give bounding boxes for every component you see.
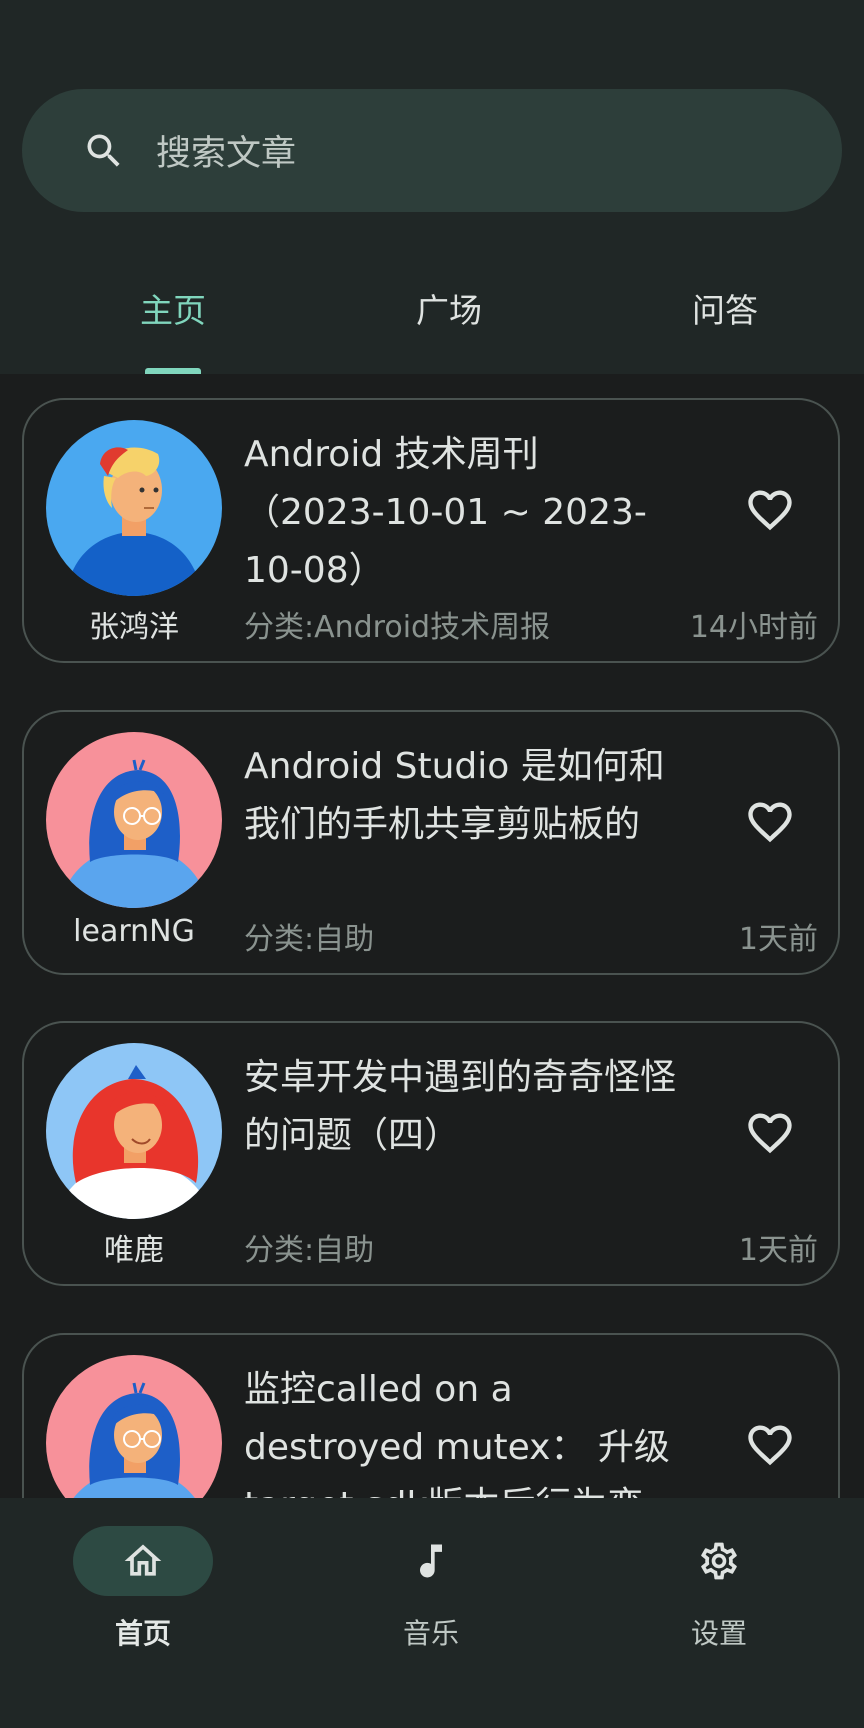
favorite-heart-icon[interactable]	[744, 484, 796, 536]
author-avatar[interactable]	[46, 1043, 222, 1219]
search-bar[interactable]: 搜索文章	[22, 89, 842, 212]
article-time: 1天前	[738, 1233, 818, 1268]
article-card[interactable]: learnNG Android Studio 是如何和我们的手机共享剪贴板的 分…	[22, 710, 840, 975]
author-avatar[interactable]	[46, 1355, 222, 1498]
author-name: 唯鹿	[104, 1233, 164, 1268]
top-app-bar: 搜索文章 主页 广场 问答	[0, 0, 864, 374]
music-note-icon	[420, 1544, 442, 1578]
nav-label: 设置	[690, 1617, 747, 1650]
man-avatar-image	[46, 420, 222, 596]
tab-square[interactable]: 广场	[416, 284, 482, 332]
home-icon	[124, 1544, 162, 1576]
article-list[interactable]: 张鸿洋 Android 技术周刊 （2023-10-01 ~ 2023-10-0…	[0, 374, 864, 1498]
tab-row: 主页 广场 问答	[0, 250, 864, 374]
nav-item-home[interactable]: 首页	[73, 1526, 213, 1676]
bottom-navigation: 首页 音乐 设置	[0, 1498, 864, 1728]
article-title: 监控called on a destroyed mutex： 升级target …	[244, 1369, 670, 1498]
nav-item-settings[interactable]: 设置	[649, 1526, 789, 1676]
search-input-placeholder[interactable]: 搜索文章	[156, 125, 296, 176]
article-title: Android 技术周刊 （2023-10-01 ~ 2023-10-08）	[244, 434, 647, 591]
article-time: 14小时前	[689, 610, 818, 645]
favorite-heart-icon[interactable]	[744, 1419, 796, 1471]
favorite-heart-icon[interactable]	[744, 796, 796, 848]
search-icon	[87, 134, 120, 167]
article-title: Android Studio 是如何和我们的手机共享剪贴板的	[244, 746, 665, 845]
article-time: 1天前	[738, 922, 818, 957]
author-avatar[interactable]	[46, 732, 222, 908]
article-title: 安卓开发中遇到的奇奇怪怪的问题（四）	[244, 1057, 677, 1156]
tab-home[interactable]: 主页	[140, 284, 206, 332]
article-category: 分类:Android技术周报	[244, 610, 551, 645]
article-category: 分类:自助	[244, 1233, 375, 1268]
favorite-heart-icon[interactable]	[744, 1107, 796, 1159]
article-card[interactable]: 唯鹿 安卓开发中遇到的奇奇怪怪的问题（四） 分类:自助 1天前	[22, 1021, 840, 1286]
author-name: learnNG	[73, 914, 195, 949]
author-name: 张鸿洋	[89, 610, 179, 645]
author-avatar[interactable]	[46, 420, 222, 596]
nav-item-music[interactable]: 音乐	[361, 1526, 501, 1676]
woman-avatar-image	[46, 732, 222, 908]
nav-label: 音乐	[402, 1617, 459, 1650]
gear-icon	[701, 1542, 737, 1580]
tab-qa[interactable]: 问答	[692, 284, 758, 332]
article-card[interactable]: 监控called on a destroyed mutex： 升级target …	[22, 1333, 840, 1498]
woman-avatar-image	[46, 1355, 222, 1498]
article-card[interactable]: 张鸿洋 Android 技术周刊 （2023-10-01 ~ 2023-10-0…	[22, 398, 840, 663]
nav-label: 首页	[114, 1617, 171, 1650]
woman-red-hair-avatar-image	[46, 1043, 222, 1219]
article-category: 分类:自助	[244, 922, 375, 957]
